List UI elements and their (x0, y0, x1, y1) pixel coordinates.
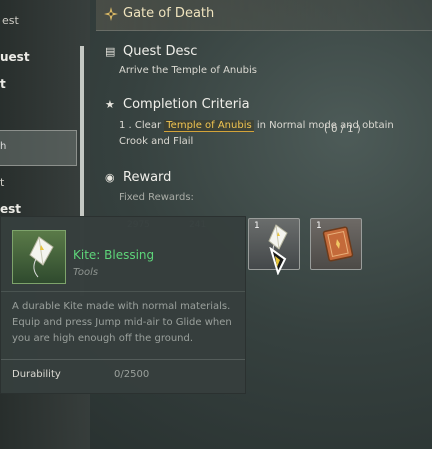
reward-heading-label: Reward (123, 170, 172, 185)
quest-title: Gate of Death (123, 6, 215, 21)
reward-slot-kite[interactable]: 1 (248, 218, 300, 275)
completion-criteria-heading-label: Completion Criteria (123, 97, 250, 112)
document-icon: ▤ (105, 45, 116, 58)
item-description: A durable Kite made with normal material… (12, 301, 232, 344)
criteria-prefix: Clear (134, 120, 162, 131)
cursor-icon (269, 247, 287, 275)
item-icon-frame (12, 230, 66, 284)
reward-count: 1 (254, 221, 260, 231)
durability-value: 0/2500 (114, 369, 150, 380)
quest-list-item[interactable]: est (0, 202, 21, 216)
item-name: Kite: Blessing (73, 248, 155, 262)
scrollbar-thumb[interactable] (80, 46, 84, 216)
quest-list-item-selected[interactable]: h (0, 130, 77, 166)
quest-list-item-label: h (0, 141, 7, 152)
quest-list-item[interactable]: t (0, 77, 6, 91)
kite-icon (29, 236, 54, 278)
coins-icon: ◉ (105, 171, 115, 184)
criteria-index: 1 . (119, 120, 132, 131)
criteria-progress: ( 0 / 1 ) (324, 124, 361, 135)
reward-count: 1 (316, 221, 322, 231)
quest-list-item[interactable]: est (2, 14, 19, 27)
item-tooltip: Kite: Blessing Tools A durable Kite made… (0, 216, 246, 394)
quest-list-item[interactable]: t (0, 176, 4, 189)
reward-slot-book[interactable]: 1 (310, 218, 362, 270)
quest-title-bar: Gate of Death (96, 0, 432, 31)
compass-star-icon (104, 7, 118, 21)
reward-heading: ◉ Reward (105, 170, 171, 185)
quest-desc-text: Arrive the Temple of Anubis (119, 65, 257, 76)
criteria-item: 1 . Clear Temple of Anubis in Normal mod… (119, 118, 419, 150)
quest-list-item[interactable]: uest (0, 50, 30, 64)
quest-desc-heading: ▤ Quest Desc (105, 44, 197, 59)
completion-criteria-heading: ★ Completion Criteria (105, 97, 250, 112)
divider (1, 291, 245, 292)
item-type: Tools (73, 267, 99, 278)
quest-desc-heading-label: Quest Desc (123, 44, 198, 59)
fixed-rewards-label: Fixed Rewards: (119, 192, 194, 203)
durability-label: Durability (12, 369, 61, 380)
dungeon-link[interactable]: Temple of Anubis (164, 120, 254, 132)
star-icon: ★ (105, 98, 115, 111)
divider (1, 359, 245, 360)
